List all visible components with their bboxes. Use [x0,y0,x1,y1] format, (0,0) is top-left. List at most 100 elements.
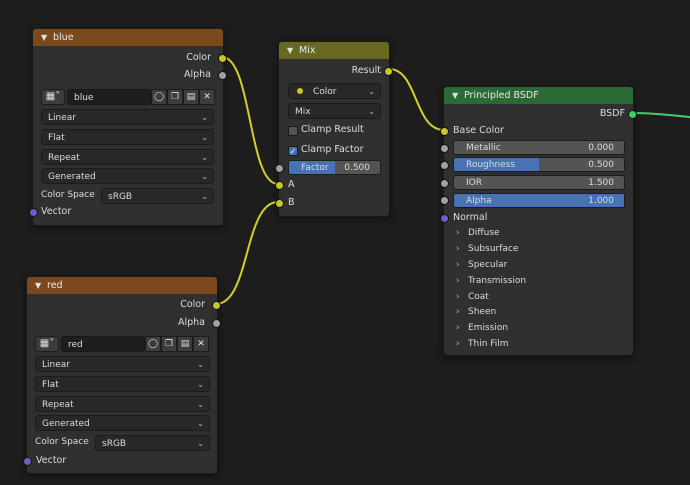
blend-mode-dropdown[interactable]: Mix ⌄ [288,103,381,119]
metallic-value: 0.000 [588,143,614,153]
input-vector-socket[interactable] [29,208,38,217]
node-header[interactable]: ▼ Principled BSDF [444,87,633,104]
chevron-down-icon[interactable]: ▼ [452,87,460,104]
input-factor-socket[interactable] [275,164,284,173]
ior-field[interactable]: IOR 1.500 [453,175,625,190]
input-b-socket[interactable] [275,199,284,208]
input-alpha-socket[interactable] [440,196,449,205]
output-bsdf-socket[interactable] [628,110,637,119]
link-mix-result-to-base-color [388,68,445,131]
chevron-down-icon: ⌄ [197,439,204,448]
output-result-socket[interactable] [384,67,393,76]
source-dropdown[interactable]: Generated ⌄ [35,415,210,431]
duplicate-icon[interactable]: ❐ [167,89,183,105]
principled-bsdf-node[interactable]: ▼ Principled BSDF BSDF Base Color Metall… [440,86,637,356]
chevron-down-icon: ⌄ [197,380,204,389]
image-browse-button[interactable]: ▦˅ [41,89,65,105]
data-type-dropdown[interactable]: Color ⌄ [288,83,381,99]
panel-sheen[interactable]: › Sheen [456,307,496,317]
roughness-slider[interactable]: Roughness 0.500 [453,157,625,172]
panel-subsurface[interactable]: › Subsurface [456,244,518,254]
factor-value: 0.500 [344,163,370,173]
color-space-dropdown[interactable]: sRGB ⌄ [95,435,210,451]
metallic-slider[interactable]: Metallic 0.000 [453,140,625,155]
base-color-label: Base Color [453,125,504,136]
factor-slider[interactable]: Factor 0.500 [288,160,381,175]
interpolation-dropdown[interactable]: Linear ⌄ [41,109,214,125]
image-texture-node-blue[interactable]: ▼ blue Color Alpha ▦˅ blue ◯ ❐ ▤ ✕ Linea… [29,28,227,226]
color-space-dropdown[interactable]: sRGB ⌄ [101,188,214,204]
extension-dropdown[interactable]: Repeat ⌄ [41,149,214,165]
chevron-down-icon: ⌄ [197,360,204,369]
input-vector-socket[interactable] [23,457,32,466]
fake-user-shield-icon[interactable]: ◯ [151,89,167,105]
clamp-result-checkbox[interactable] [288,126,298,136]
fake-user-shield-icon[interactable]: ◯ [145,336,161,352]
link-blue-color-to-mix-a [221,56,279,185]
color-space-value: sRGB [102,439,127,449]
chevron-down-icon: ⌄ [201,172,208,181]
output-alpha-socket[interactable] [212,319,221,328]
unlink-close-icon[interactable]: ✕ [193,336,209,352]
panel-diffuse[interactable]: › Diffuse [456,228,500,238]
data-type-value: Color [313,87,337,97]
output-alpha-socket[interactable] [218,71,227,80]
input-normal-socket[interactable] [440,214,449,223]
chevron-right-icon: › [456,276,460,286]
source-dropdown[interactable]: Generated ⌄ [41,168,214,184]
output-alpha-label: Alpha [177,317,205,328]
panel-label: Diffuse [468,228,500,238]
link-red-color-to-mix-b [215,201,279,305]
input-a-socket[interactable] [275,181,284,190]
input-ior-socket[interactable] [440,179,449,188]
normal-label: Normal [453,212,488,223]
input-metallic-socket[interactable] [440,144,449,153]
input-b-label: B [288,197,295,208]
duplicate-icon[interactable]: ❐ [161,336,177,352]
interpolation-dropdown[interactable]: Linear ⌄ [35,356,210,372]
node-header[interactable]: ▼ blue [33,29,223,46]
interpolation-value: Linear [42,360,70,370]
panel-label: Specular [468,260,508,270]
color-space-value: sRGB [108,192,133,202]
node-header[interactable]: ▼ red [27,277,217,294]
clamp-factor-checkbox[interactable]: ✓ [288,146,298,156]
chevron-down-icon[interactable]: ▼ [41,29,49,46]
output-color-socket[interactable] [218,54,227,63]
panel-transmission[interactable]: › Transmission [456,276,526,286]
node-title: red [47,280,63,291]
image-browse-button[interactable]: ▦˅ [35,336,59,352]
projection-dropdown[interactable]: Flat ⌄ [35,376,210,392]
panel-coat[interactable]: › Coat [456,292,489,302]
chevron-down-icon[interactable]: ▼ [35,277,43,294]
alpha-slider[interactable]: Alpha 1.000 [453,193,625,208]
color-socket-icon [297,88,303,94]
chevron-down-icon: ⌄ [197,419,204,428]
image-texture-node-red[interactable]: ▼ red Color Alpha ▦˅ red ◯ ❐ ▤ ✕ Linear ⌄… [23,276,221,474]
unlink-close-icon[interactable]: ✕ [199,89,215,105]
node-header[interactable]: ▼ Mix [279,42,389,59]
image-name-field[interactable]: blue [67,89,151,105]
alpha-label: Alpha [466,196,492,206]
input-a-label: A [288,179,295,190]
input-roughness-socket[interactable] [440,161,449,170]
output-color-socket[interactable] [212,301,221,310]
mix-node[interactable]: ▼ Mix Result Color ⌄ Mix ⌄ Clamp Result ✓… [275,41,393,217]
open-folder-icon[interactable]: ▤ [183,89,199,105]
chevron-right-icon: › [456,323,460,333]
projection-value: Flat [42,380,59,390]
input-base-color-socket[interactable] [440,127,449,136]
chevron-down-icon[interactable]: ▼ [287,42,295,59]
chevron-right-icon: › [456,307,460,317]
node-title: blue [53,32,74,43]
projection-dropdown[interactable]: Flat ⌄ [41,129,214,145]
node-title: Principled BSDF [464,90,539,101]
panel-emission[interactable]: › Emission [456,323,508,333]
open-folder-icon[interactable]: ▤ [177,336,193,352]
panel-specular[interactable]: › Specular [456,260,507,270]
panel-thin-film[interactable]: › Thin Film [456,339,509,349]
extension-dropdown[interactable]: Repeat ⌄ [35,396,210,412]
chevron-down-icon: ⌄ [368,87,375,96]
chevron-right-icon: › [456,244,460,254]
image-name-field[interactable]: red [61,336,145,352]
